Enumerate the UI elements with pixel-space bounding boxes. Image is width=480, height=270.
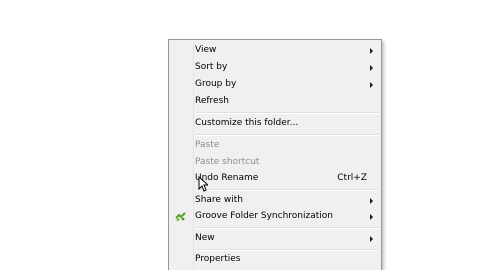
menu-item-properties[interactable]: Properties [171,251,379,268]
menu-item-paste-label: Paste [195,140,220,150]
menu-item-sort-by-label: Sort by [195,62,228,72]
desktop-background[interactable]: View Sort by Group by Refresh Customize … [0,0,480,270]
menu-item-refresh-label: Refresh [195,96,229,106]
submenu-arrow-icon [370,214,373,220]
menu-item-groove-sync[interactable]: Groove Folder Synchronization [171,208,379,225]
menu-item-groove-sync-label: Groove Folder Synchronization [195,211,333,221]
menu-item-new-label: New [195,233,215,243]
menu-item-paste-shortcut-label: Paste shortcut [195,157,260,167]
menu-item-properties-label: Properties [195,254,241,264]
submenu-arrow-icon [370,236,373,242]
menu-item-sort-by[interactable]: Sort by [171,59,379,76]
submenu-arrow-icon [370,82,373,88]
menu-item-paste-shortcut: Paste shortcut [171,154,379,171]
submenu-arrow-icon [370,48,373,54]
context-menu: View Sort by Group by Refresh Customize … [168,39,382,270]
undo-shortcut-text: Ctrl+Z [337,173,367,183]
menu-separator [195,189,379,191]
menu-item-group-by-label: Group by [195,79,237,89]
menu-item-new[interactable]: New [171,230,379,247]
menu-item-customize-folder-label: Customize this folder... [195,118,299,128]
menu-separator [195,134,379,136]
groove-sync-icon [175,212,186,222]
menu-separator [195,112,379,114]
mouse-pointer-icon [198,176,208,192]
submenu-arrow-icon [370,198,373,204]
menu-separator [195,227,379,229]
submenu-arrow-icon [370,65,373,71]
menu-item-view[interactable]: View [171,42,379,59]
menu-item-refresh[interactable]: Refresh [171,93,379,110]
menu-item-customize-folder[interactable]: Customize this folder... [171,115,379,132]
menu-item-view-label: View [195,45,217,55]
menu-item-paste: Paste [171,137,379,154]
menu-item-group-by[interactable]: Group by [171,76,379,93]
menu-item-share-with[interactable]: Share with [171,192,379,209]
menu-item-share-with-label: Share with [195,195,243,205]
